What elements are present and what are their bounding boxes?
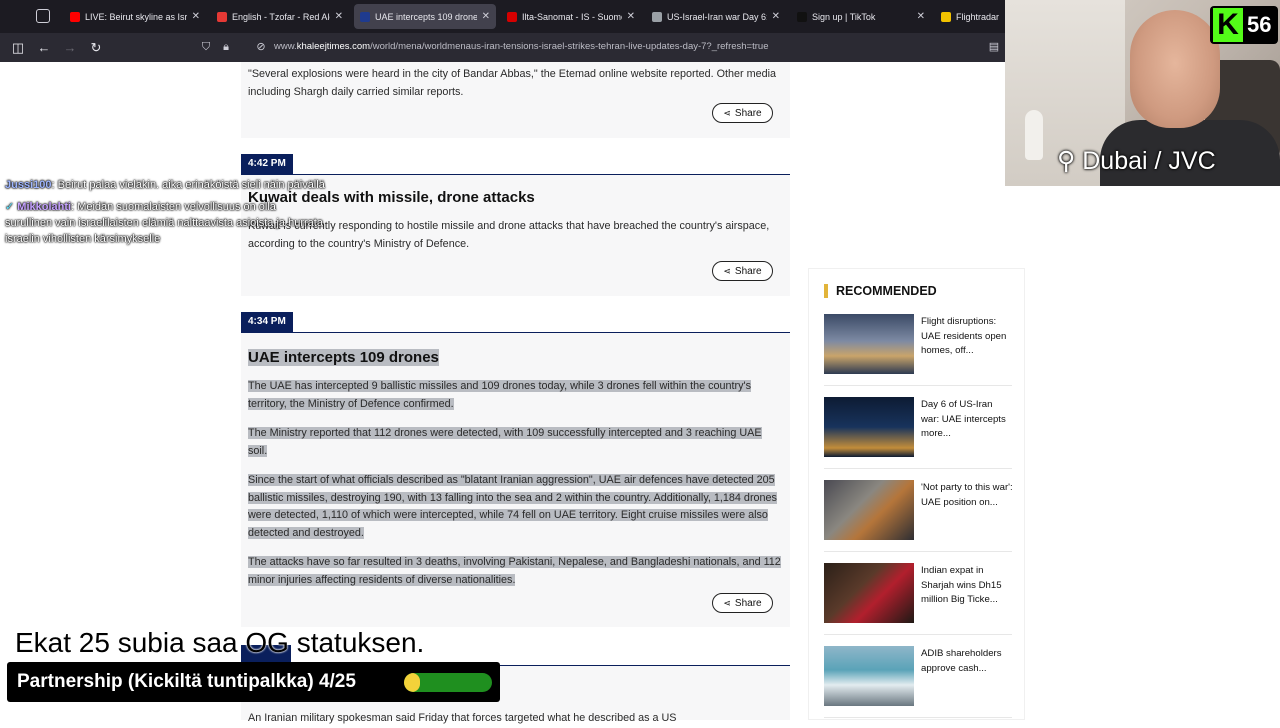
recommended-thumbnail[interactable] — [824, 646, 914, 706]
close-icon[interactable]: ✕ — [627, 11, 635, 22]
browser-tab[interactable]: Sign up | TikTok ✕ — [791, 4, 931, 29]
recommended-headline[interactable]: Indian expat in Sharjah wins Dh15 millio… — [921, 564, 1013, 608]
tab-title: Ilta-Sanomat - IS - Suomen — [522, 11, 622, 22]
recommended-item[interactable]: Day 6 of US-Iran war: UAE intercepts mor… — [824, 397, 1012, 469]
verified-badge-icon: ✓ — [5, 201, 15, 213]
recommended-item[interactable]: Indian expat in Sharjah wins Dh15 millio… — [824, 563, 1012, 635]
tab-favicon-icon — [797, 11, 807, 22]
entry-text: The Ministry reported that 112 drones we… — [248, 427, 762, 457]
entry-text: The attacks have so far resulted in 3 de… — [248, 556, 781, 586]
partnership-progress-bar — [404, 673, 492, 692]
live-entry-previous: "Several explosions were heard in the ci… — [241, 62, 790, 138]
browser-tab[interactable]: UAE intercepts 109 drones ✕ — [354, 4, 496, 29]
entry-text: The UAE has intercepted 9 ballistic miss… — [248, 380, 751, 410]
tab-favicon-icon — [217, 11, 227, 22]
browser-tab[interactable]: LIVE: Beirut skyline as Israe ✕ — [64, 4, 206, 29]
live-entry: UAE intercepts 109 drones The UAE has in… — [241, 333, 790, 627]
recommended-headline[interactable]: Day 6 of US-Iran war: UAE intercepts mor… — [921, 398, 1013, 442]
recommended-item[interactable]: Flight disruptions: UAE residents open h… — [824, 314, 1012, 386]
close-icon[interactable]: ✕ — [772, 11, 780, 22]
chat-username: Jussi100 — [5, 179, 52, 191]
lock-icon[interactable]: 🔒︎ — [220, 41, 232, 53]
share-icon: ⋖ — [723, 597, 731, 608]
tab-title: Flightradar24 — [956, 11, 999, 22]
entry-headline: UAE intercepts 109 drones — [248, 349, 439, 366]
recommended-thumbnail[interactable] — [824, 563, 914, 623]
shield-icon[interactable]: ⛉ — [200, 41, 212, 53]
recommended-headline[interactable]: ADIB shareholders approve cash... — [921, 647, 1013, 676]
heading-accent-bar — [824, 284, 828, 298]
recommended-item[interactable]: 'Not party to this war': UAE position on… — [824, 480, 1013, 552]
entry-time-badge: 4:34 PM — [241, 312, 293, 332]
tab-favicon-icon — [507, 11, 517, 22]
recommended-thumbnail[interactable] — [824, 480, 914, 540]
webcam-vase — [1025, 110, 1043, 160]
tab-favicon-icon — [941, 11, 951, 22]
tablist-icon[interactable] — [36, 9, 50, 23]
close-icon[interactable]: ✕ — [192, 11, 200, 22]
page-scrollbar[interactable] — [1266, 186, 1280, 720]
chat-message: Jussi100: Beirut palaa vieläkin. aika er… — [5, 179, 325, 191]
browser-toolbar: ◫ ← → ↻ ⛉ 🔒︎ ⊘ www.khaleejtimes.com/worl… — [0, 33, 1005, 62]
share-icon: ⋖ — [723, 265, 731, 276]
sidebar-toggle-icon[interactable]: ◫ — [9, 39, 27, 57]
recommended-panel: RECOMMENDED Flight disruptions: UAE resi… — [808, 268, 1025, 720]
browser-tab[interactable]: Flightradar24 — [935, 4, 1005, 29]
share-button[interactable]: ⋖ Share — [712, 103, 773, 123]
entry-time-badge: 4:42 PM — [241, 154, 293, 174]
tracking-icon[interactable]: ⊘ — [255, 41, 267, 53]
recommended-item[interactable]: ADIB shareholders approve cash... — [824, 646, 1012, 718]
forward-icon[interactable]: → — [61, 39, 79, 57]
chat-username: Mikkolahti — [17, 201, 72, 213]
tab-title: US-Israel-Iran war Day 6: I — [667, 11, 767, 22]
recommended-heading: RECOMMENDED — [824, 284, 937, 298]
reload-icon[interactable]: ↻ — [87, 39, 105, 57]
close-icon[interactable]: ✕ — [482, 11, 490, 22]
url-field[interactable]: www.khaleejtimes.com/world/mena/worldmen… — [274, 41, 768, 52]
chat-overlay: Jussi100: Beirut palaa vieläkin. aika er… — [5, 177, 325, 253]
browser-tab[interactable]: English - Tzofar - Red Alert ✕ — [211, 4, 349, 29]
close-icon[interactable]: ✕ — [335, 11, 343, 22]
browser-tab-strip: LIVE: Beirut skyline as Israe ✕ English - … — [0, 0, 1005, 33]
browser-tab[interactable]: Ilta-Sanomat - IS - Suomen ✕ — [501, 4, 641, 29]
kick-logo-icon: K — [1213, 8, 1243, 42]
share-icon: ⋖ — [723, 107, 731, 118]
tab-favicon-icon — [70, 11, 80, 22]
tab-title: UAE intercepts 109 drones — [375, 11, 477, 22]
share-button[interactable]: ⋖ Share — [712, 593, 773, 613]
recommended-thumbnail[interactable] — [824, 314, 914, 374]
partnership-label: Partnership (Kickiltä tuntipalkka) 4/25 — [17, 671, 356, 692]
tab-title: LIVE: Beirut skyline as Israe — [85, 11, 187, 22]
close-icon[interactable]: ✕ — [917, 11, 925, 22]
reader-mode-icon[interactable]: ▤ — [988, 41, 1000, 53]
browser-tab[interactable]: US-Israel-Iran war Day 6: I ✕ — [646, 4, 786, 29]
share-button[interactable]: ⋖ Share — [712, 261, 773, 281]
recommended-headline[interactable]: Flight disruptions: UAE residents open h… — [921, 315, 1013, 359]
viewer-count: 56 — [1247, 12, 1272, 37]
recommended-headline[interactable]: 'Not party to this war': UAE position on… — [921, 481, 1013, 510]
partnership-goal-widget: Partnership (Kickiltä tuntipalkka) 4/25 — [7, 662, 500, 702]
entry-text: Since the start of what officials descri… — [248, 474, 777, 539]
viewer-count-badge: K 56 — [1210, 6, 1278, 44]
tab-title: English - Tzofar - Red Alert — [232, 11, 330, 22]
back-icon[interactable]: ← — [35, 39, 53, 57]
tab-favicon-icon — [360, 11, 370, 22]
stream-location: ⚲ Dubai / JVC — [1057, 147, 1216, 175]
tab-favicon-icon — [652, 11, 662, 22]
tab-title: Sign up | TikTok — [812, 11, 876, 22]
webcam-streamer-face — [1130, 10, 1220, 128]
sub-goal-text: Ekat 25 subia saa OG statuksen. — [15, 627, 425, 658]
chat-message: ✓ Mikkolahti: Meidän suomalaisten velvol… — [5, 201, 323, 245]
entry-text: "Several explosions were heard in the ci… — [248, 68, 777, 98]
recommended-thumbnail[interactable] — [824, 397, 914, 457]
live-blog: "Several explosions were heard in the ci… — [241, 62, 790, 724]
chat-text: Beirut palaa vieläkin. aika erinäköistä … — [57, 179, 325, 191]
partnership-progress-fill — [404, 673, 420, 692]
entry-text: An Iranian military spokesman said Frida… — [248, 712, 677, 724]
